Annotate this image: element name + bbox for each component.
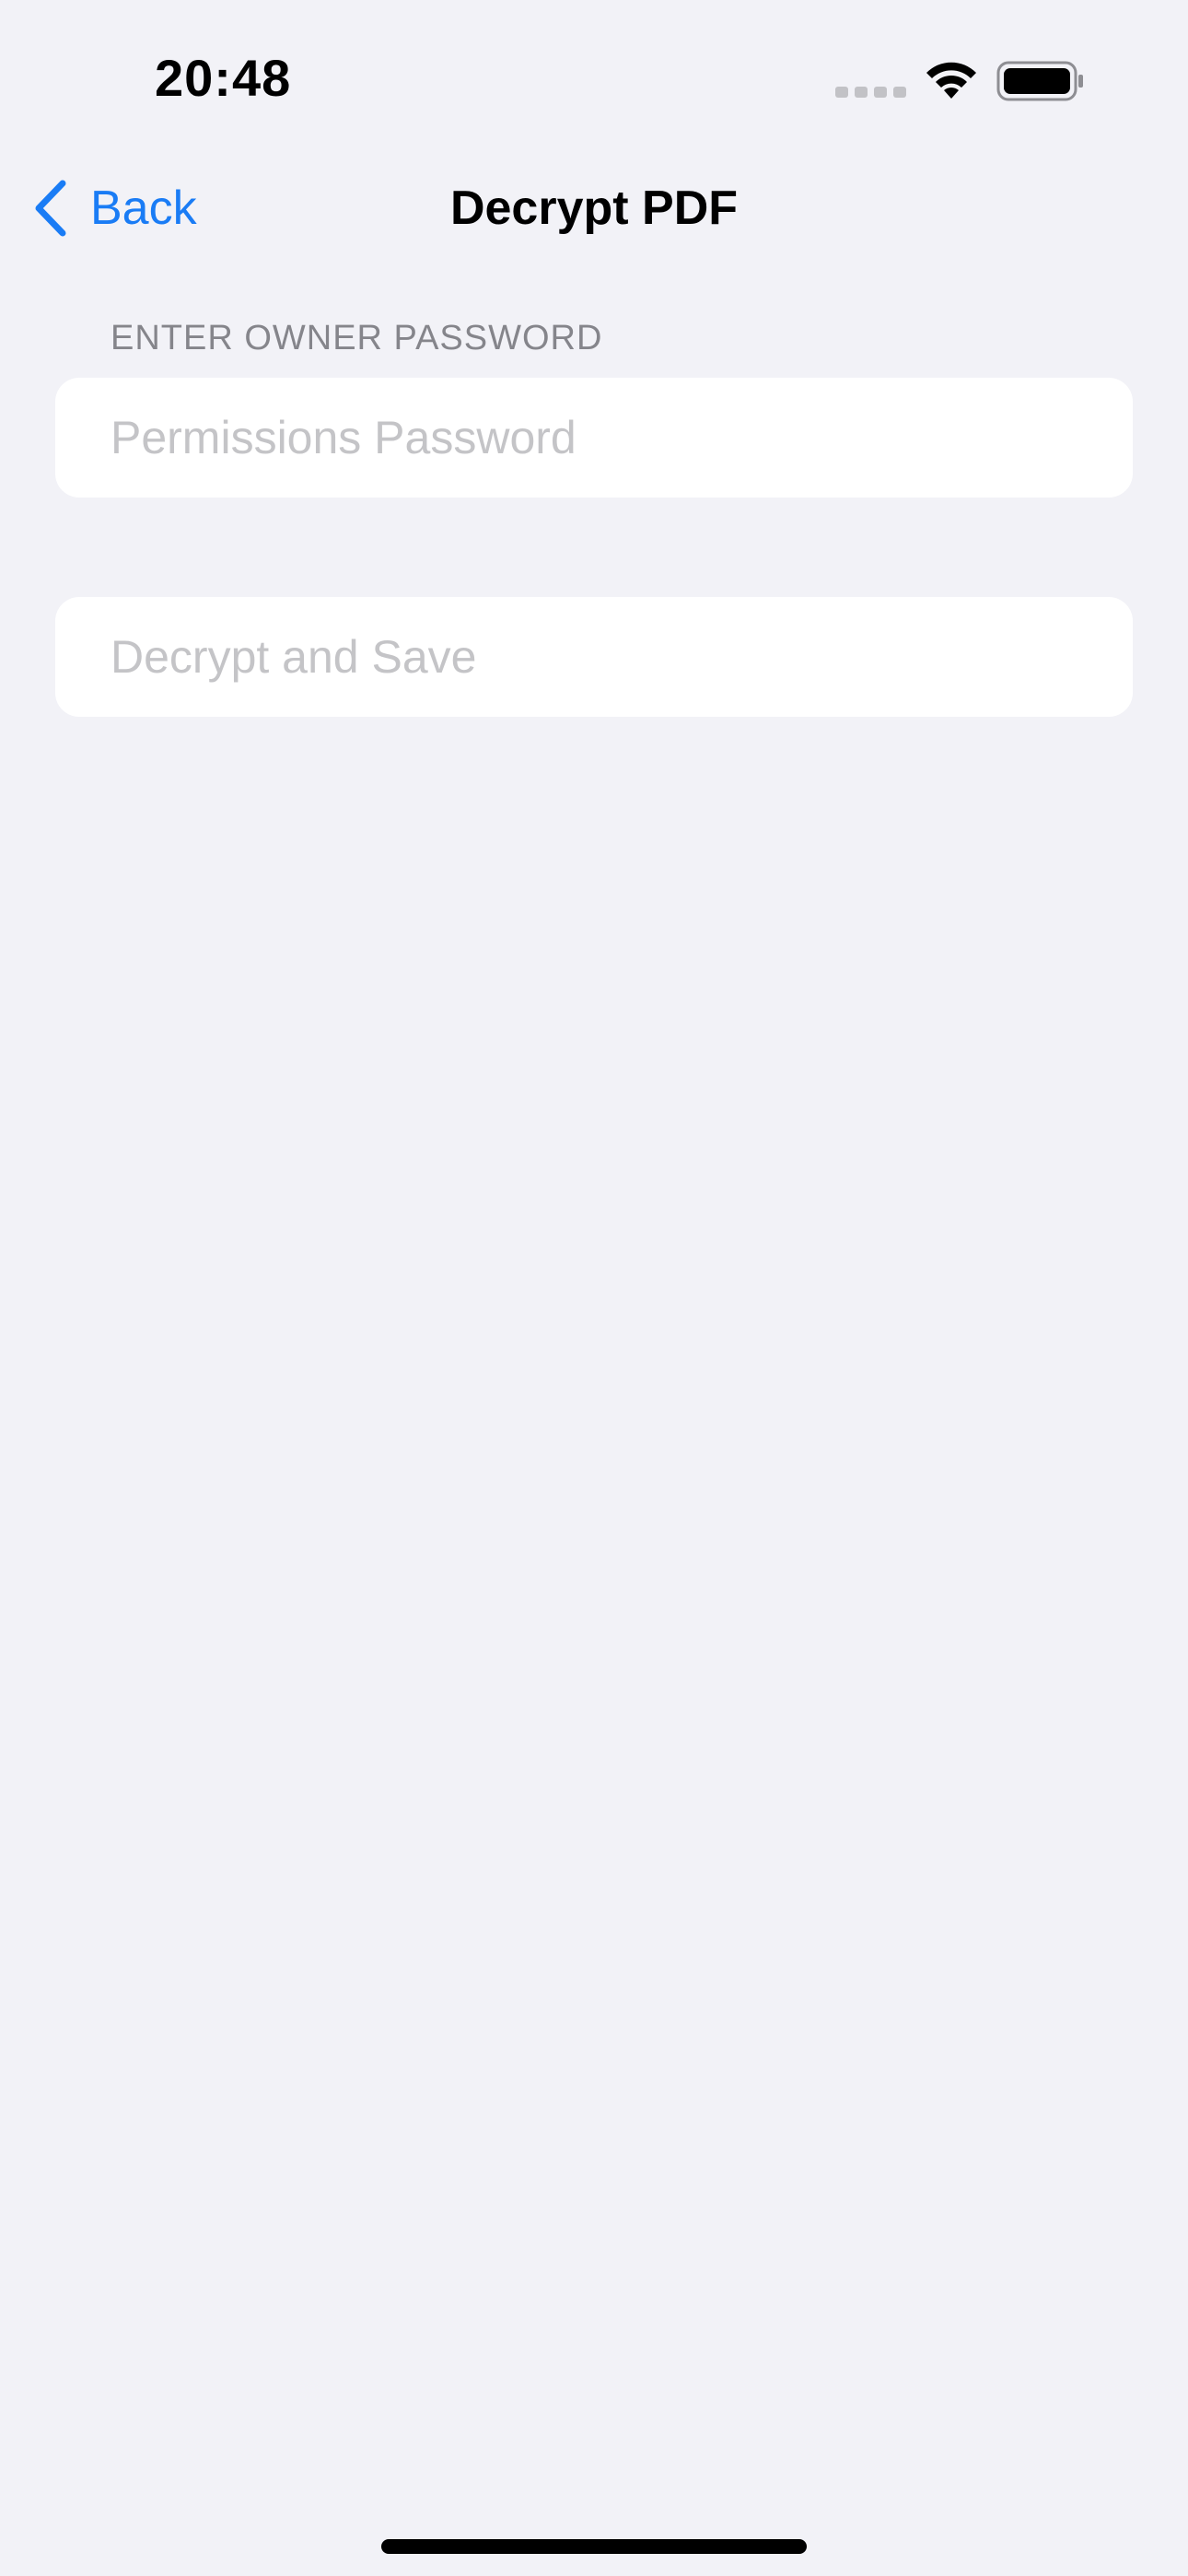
signal-dots-icon: [835, 87, 906, 98]
password-card: [55, 378, 1133, 498]
permissions-password-input[interactable]: [111, 378, 1077, 498]
page-title: Decrypt PDF: [449, 181, 739, 235]
wifi-icon: [926, 62, 976, 99]
navigation-bar: Back Decrypt PDF: [0, 157, 1188, 263]
section-header: ENTER OWNER PASSWORD: [111, 319, 603, 357]
status-icons: [835, 55, 1085, 107]
decrypt-and-save-button[interactable]: Decrypt and Save: [111, 597, 476, 717]
battery-icon: [996, 61, 1083, 101]
decrypt-card: Decrypt and Save: [55, 597, 1133, 717]
home-indicator: [381, 2539, 807, 2554]
status-bar: 20:48: [0, 0, 1188, 157]
status-time: 20:48: [155, 49, 292, 107]
